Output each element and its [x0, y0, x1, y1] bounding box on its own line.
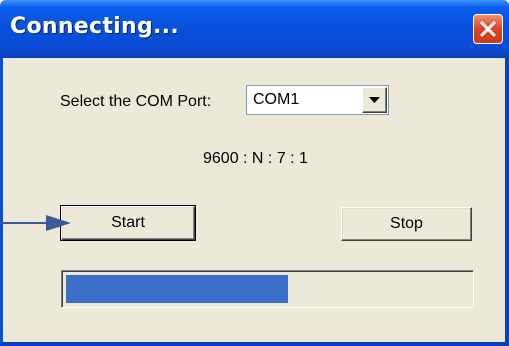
dialog-body: Select the COM Port: COM1 9600 : N : 7 :… — [3, 58, 505, 342]
chevron-down-icon — [369, 97, 380, 103]
progress-bar — [61, 270, 474, 308]
stop-button[interactable]: Stop — [341, 207, 472, 241]
window-title: Connecting... — [10, 14, 179, 39]
com-port-label: Select the COM Port: — [60, 93, 212, 110]
dialog-window: Connecting... Select the COM Port: COM1 … — [0, 0, 509, 346]
start-button[interactable]: Start — [60, 205, 196, 241]
close-icon — [480, 21, 496, 37]
progress-fill — [66, 275, 288, 303]
dropdown-button[interactable] — [362, 87, 387, 113]
com-port-value: COM1 — [253, 91, 300, 108]
callout-arrow-icon — [0, 215, 71, 231]
serial-settings-text: 9600 : N : 7 : 1 — [203, 150, 308, 167]
com-port-select[interactable]: COM1 — [246, 85, 389, 115]
close-button[interactable] — [473, 14, 503, 44]
title-bar[interactable]: Connecting... — [0, 0, 509, 58]
